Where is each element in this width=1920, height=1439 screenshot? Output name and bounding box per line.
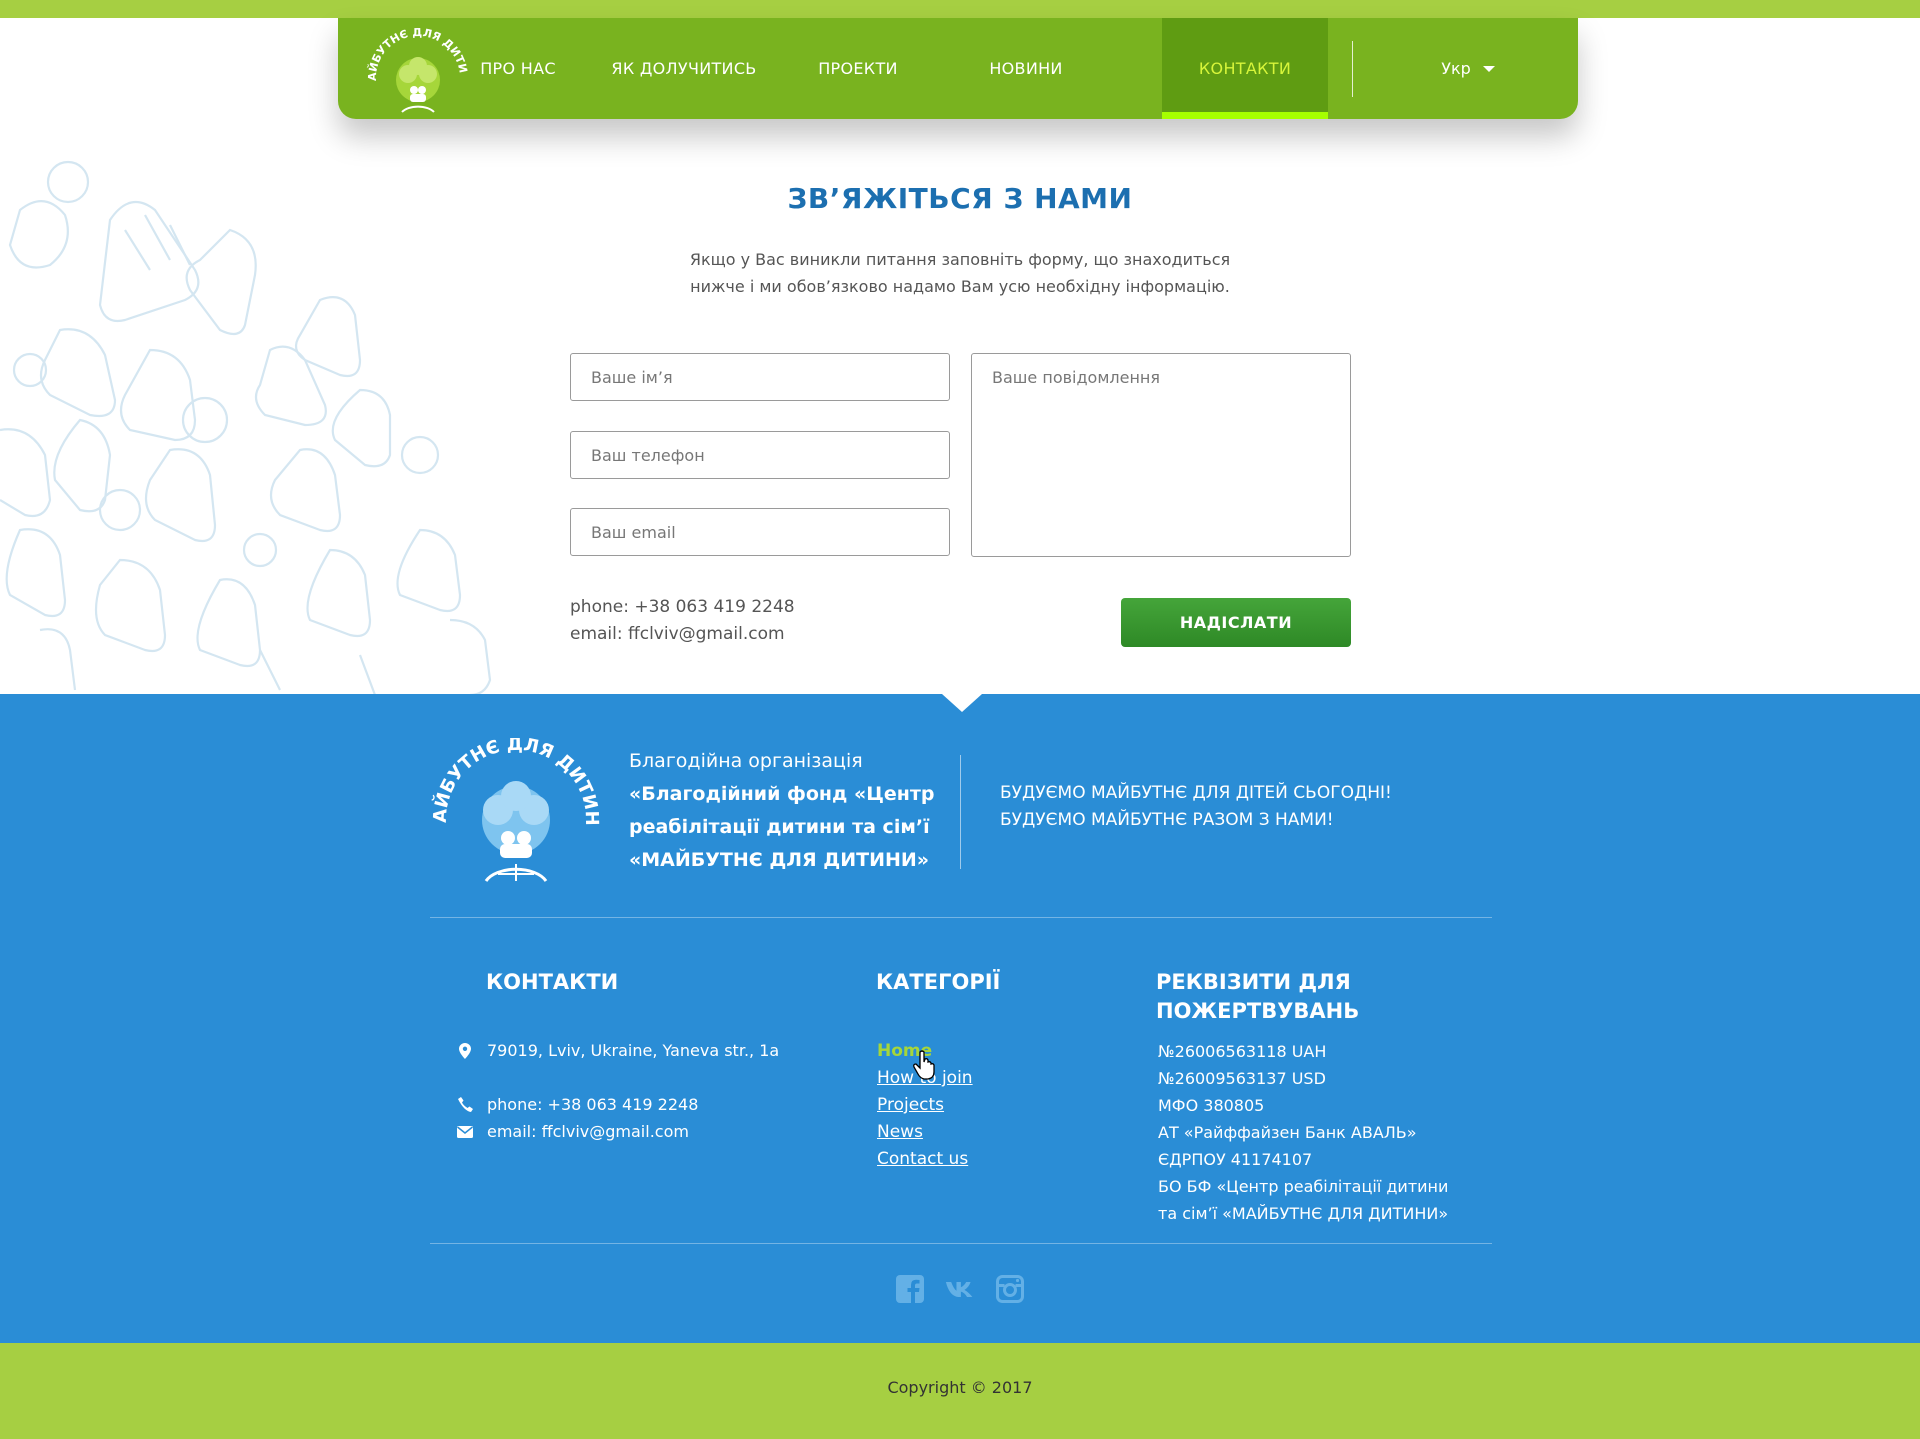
nav-separator <box>1352 41 1353 97</box>
instagram-icon[interactable] <box>995 1274 1025 1304</box>
org-line-2: «Благодійний фонд «Центр <box>629 783 935 805</box>
intro-line-2: нижче і ми обов’язково надамо Вам усю не… <box>690 277 1230 296</box>
email-row: email: ffclviv@gmail.com <box>453 1118 689 1145</box>
slogan-line-1: БУДУЄМО МАЙБУТНЄ ДЛЯ ДІТЕЙ СЬОГОДНІ! <box>1000 783 1392 803</box>
phone-row: phone: +38 063 419 2248 <box>453 1091 698 1118</box>
category-link-contact-us[interactable]: Contact us <box>877 1146 973 1173</box>
language-label: Укр <box>1441 59 1471 78</box>
organization-name: Благодійна організація «Благодійний фонд… <box>629 745 949 877</box>
contact-info: phone: +38 063 419 2248 email: ffclviv@g… <box>570 594 795 648</box>
caret-down-icon <box>1482 65 1495 72</box>
nav-item-how-to-join[interactable]: ЯК ДОЛУЧИТИСЬ <box>588 18 780 119</box>
map-pin-icon <box>453 1042 477 1059</box>
org-line-4: «МАЙБУТНЄ ДЛЯ ДИТИНИ» <box>629 849 930 871</box>
requisites-heading-line-1: РЕКВІЗИТИ ДЛЯ <box>1156 970 1351 994</box>
send-button[interactable]: НАДІСЛАТИ <box>1121 598 1351 647</box>
footer-logo[interactable]: МАЙБУТНЄ ДЛЯ ДИТИНИ <box>428 738 603 883</box>
message-field[interactable] <box>971 353 1351 557</box>
logo[interactable]: МАЙБУТНЄ ДЛЯ ДИТИНИ <box>364 28 472 114</box>
contacts-heading: КОНТАКТИ <box>486 970 619 994</box>
requisites-heading-line-2: ПОЖЕРТВУВАНЬ <box>1156 999 1360 1023</box>
top-strip <box>0 0 1920 18</box>
nav-item-news[interactable]: НОВИНИ <box>958 18 1094 119</box>
copyright: Copyright © 2017 <box>887 1378 1033 1397</box>
category-link-news[interactable]: News <box>877 1119 973 1146</box>
hands-background-illustration <box>0 160 492 695</box>
org-line-1: Благодійна організація <box>629 750 863 772</box>
intro-text: Якщо у Вас виникли питання заповніть фор… <box>660 246 1260 300</box>
phone-icon <box>453 1097 477 1112</box>
phone-text: phone: +38 063 419 2248 <box>487 1095 699 1114</box>
envelope-icon <box>453 1125 477 1138</box>
slogan-line-2: БУДУЄМО МАЙБУТНЄ РАЗОМ З НАМИ! <box>1000 810 1334 830</box>
email-field[interactable] <box>570 508 950 556</box>
email-text: email: ffclviv@gmail.com <box>487 1122 689 1141</box>
nav-item-about[interactable]: ПРО НАС <box>464 18 572 119</box>
phone-field[interactable] <box>570 431 950 479</box>
main-navbar: МАЙБУТНЄ ДЛЯ ДИТИНИ ПРО НАС ЯК ДОЛУЧИТИС… <box>338 18 1578 119</box>
footer-divider-top <box>430 917 1492 918</box>
categories-heading: КАТЕГОРІЇ <box>876 970 1001 994</box>
contact-phone: phone: +38 063 419 2248 <box>570 597 795 617</box>
intro-line-1: Якщо у Вас виникли питання заповніть фор… <box>689 250 1231 269</box>
requisites-text: №26006563118 UAH №26009563137 USD МФО 38… <box>1158 1042 1449 1223</box>
name-field[interactable] <box>570 353 950 401</box>
hand-cursor-icon <box>913 1050 935 1080</box>
slogan: БУДУЄМО МАЙБУТНЄ ДЛЯ ДІТЕЙ СЬОГОДНІ! БУД… <box>1000 780 1392 834</box>
nav-item-contacts[interactable]: КОНТАКТИ <box>1162 18 1328 119</box>
contact-email: email: ffclviv@gmail.com <box>570 624 785 644</box>
language-selector[interactable]: Укр <box>1388 18 1548 119</box>
footer-vertical-divider <box>960 755 961 869</box>
address-text: 79019, Lviv, Ukraine, Yaneva str., 1a <box>487 1041 780 1060</box>
nav-item-projects[interactable]: ПРОЕКТИ <box>800 18 916 119</box>
address-row: 79019, Lviv, Ukraine, Yaneva str., 1a <box>453 1037 779 1064</box>
org-line-3: реабілітації дитини та сім’ї <box>629 816 930 838</box>
social-links <box>0 1274 1920 1304</box>
facebook-icon[interactable] <box>895 1274 925 1304</box>
page-title: ЗВ’ЯЖІТЬСЯ З НАМИ <box>787 182 1133 215</box>
requisites-heading: РЕКВІЗИТИ ДЛЯ ПОЖЕРТВУВАНЬ <box>1156 968 1359 1026</box>
vk-icon[interactable] <box>945 1274 975 1304</box>
category-link-projects[interactable]: Projects <box>877 1092 973 1119</box>
footer-notch <box>942 694 982 712</box>
footer-divider-bottom <box>430 1243 1492 1244</box>
